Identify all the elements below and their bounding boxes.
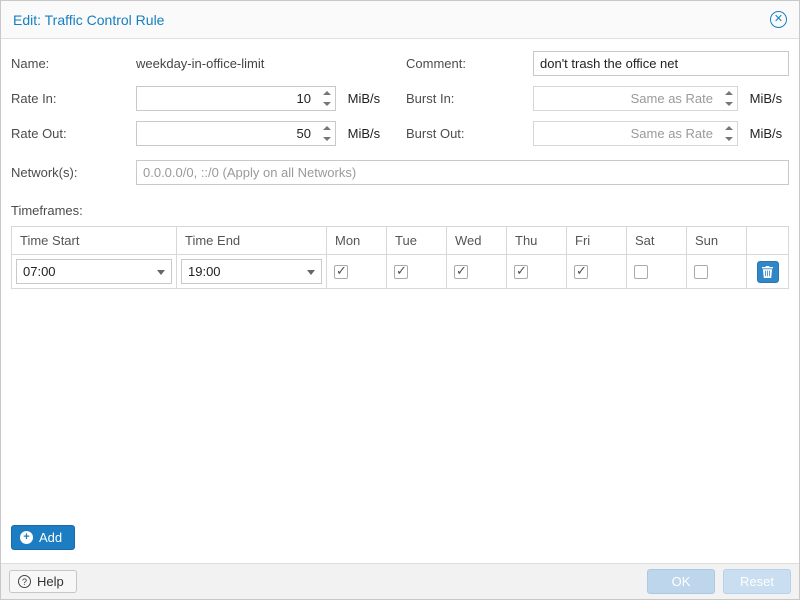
rate-in-field: MiB/s [136, 86, 406, 111]
comment-label: Comment: [406, 56, 533, 71]
reset-button[interactable]: Reset [723, 569, 791, 594]
empty-area [11, 289, 789, 525]
spin-up-icon[interactable] [721, 122, 737, 134]
checkbox-fri[interactable] [574, 265, 588, 279]
col-header-fri: Fri [567, 227, 627, 255]
checkbox-thu[interactable] [514, 265, 528, 279]
col-header-actions [747, 227, 789, 255]
burst-in-wrap [533, 86, 738, 111]
table-row [12, 255, 789, 289]
spin-down-icon[interactable] [721, 99, 737, 111]
checkbox-mon[interactable] [334, 265, 348, 279]
networks-row: Network(s): [11, 160, 789, 185]
dialog-body: Name: weekday-in-office-limit Comment: R… [1, 39, 799, 563]
rate-out-spinner[interactable] [319, 122, 335, 145]
form-grid: Name: weekday-in-office-limit Comment: R… [11, 51, 789, 146]
burst-in-input[interactable] [533, 86, 738, 111]
spin-up-icon[interactable] [319, 87, 335, 99]
burst-out-unit: MiB/s [750, 126, 783, 141]
table-header-row: Time Start Time End Mon Tue Wed Thu Fri … [12, 227, 789, 255]
burst-in-field: MiB/s [533, 86, 789, 111]
comment-field-wrap [533, 51, 789, 76]
spin-up-icon[interactable] [721, 87, 737, 99]
spin-down-icon[interactable] [319, 99, 335, 111]
time-start-combo[interactable] [16, 259, 172, 284]
rate-in-label: Rate In: [11, 91, 136, 106]
dialog-footer: ? Help OK Reset [1, 563, 799, 599]
col-header-sun: Sun [687, 227, 747, 255]
name-label: Name: [11, 56, 136, 71]
time-end-input[interactable] [181, 259, 322, 284]
burst-out-spinner[interactable] [721, 122, 737, 145]
checkbox-sat[interactable] [634, 265, 648, 279]
edit-traffic-control-rule-dialog: Edit: Traffic Control Rule ✕ Name: weekd… [0, 0, 800, 600]
rate-out-unit: MiB/s [348, 126, 381, 141]
time-start-input[interactable] [16, 259, 172, 284]
checkbox-wed[interactable] [454, 265, 468, 279]
col-header-time-start: Time Start [12, 227, 177, 255]
trash-icon [762, 266, 773, 278]
spin-down-icon[interactable] [319, 134, 335, 146]
ok-button[interactable]: OK [647, 569, 715, 594]
delete-row-button[interactable] [757, 261, 779, 283]
name-value: weekday-in-office-limit [136, 56, 406, 71]
col-header-thu: Thu [507, 227, 567, 255]
rate-in-wrap [136, 86, 336, 111]
help-button-label: Help [37, 574, 64, 589]
spin-up-icon[interactable] [319, 122, 335, 134]
rate-in-spinner[interactable] [319, 87, 335, 110]
burst-out-input[interactable] [533, 121, 738, 146]
col-header-tue: Tue [387, 227, 447, 255]
rate-out-input[interactable] [136, 121, 336, 146]
rate-in-input[interactable] [136, 86, 336, 111]
burst-out-label: Burst Out: [406, 126, 533, 141]
burst-in-spinner[interactable] [721, 87, 737, 110]
col-header-mon: Mon [327, 227, 387, 255]
help-button[interactable]: ? Help [9, 570, 77, 593]
networks-input[interactable] [136, 160, 789, 185]
burst-out-wrap [533, 121, 738, 146]
timeframes-table: Time Start Time End Mon Tue Wed Thu Fri … [11, 226, 789, 289]
col-header-time-end: Time End [177, 227, 327, 255]
checkbox-sun[interactable] [694, 265, 708, 279]
spin-down-icon[interactable] [721, 134, 737, 146]
networks-label: Network(s): [11, 165, 136, 180]
col-header-wed: Wed [447, 227, 507, 255]
rate-in-unit: MiB/s [348, 91, 381, 106]
close-icon[interactable]: ✕ [770, 11, 787, 28]
checkbox-tue[interactable] [394, 265, 408, 279]
question-circle-icon: ? [18, 575, 31, 588]
timeframes-label: Timeframes: [11, 203, 789, 218]
dialog-title: Edit: Traffic Control Rule [13, 12, 164, 28]
col-header-sat: Sat [627, 227, 687, 255]
burst-in-label: Burst In: [406, 91, 533, 106]
footer-actions: OK Reset [647, 569, 791, 594]
rate-out-wrap [136, 121, 336, 146]
dialog-titlebar: Edit: Traffic Control Rule ✕ [1, 1, 799, 39]
add-button-label: Add [39, 530, 62, 545]
burst-out-field: MiB/s [533, 121, 789, 146]
rate-out-field: MiB/s [136, 121, 406, 146]
add-button[interactable]: + Add [11, 525, 75, 550]
comment-input[interactable] [533, 51, 789, 76]
time-end-combo[interactable] [181, 259, 322, 284]
rate-out-label: Rate Out: [11, 126, 136, 141]
plus-circle-icon: + [20, 531, 33, 544]
burst-in-unit: MiB/s [750, 91, 783, 106]
